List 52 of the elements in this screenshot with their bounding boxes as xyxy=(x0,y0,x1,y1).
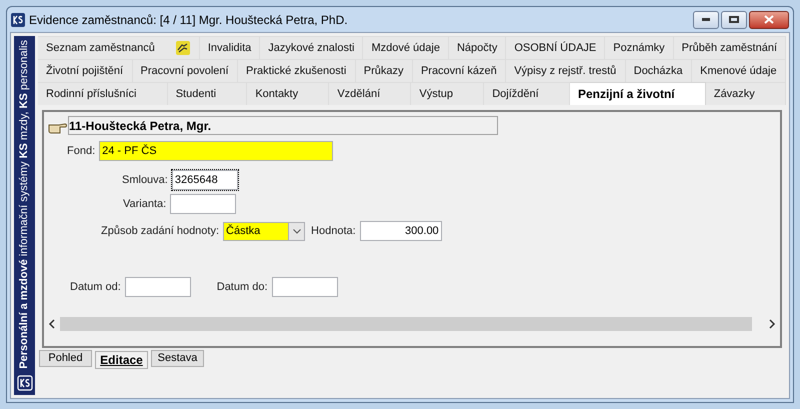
record-header: 11-Houštecká Petra, Mgr. xyxy=(68,116,498,136)
tab[interactable]: Seznam zaměstnanců xyxy=(38,36,200,60)
tab[interactable]: Studenti xyxy=(168,82,248,106)
close-icon xyxy=(764,15,774,24)
tab[interactable]: Praktické zkušenosti xyxy=(238,59,356,82)
tab[interactable]: OSOBNÍ ÚDAJE xyxy=(506,36,606,60)
field-label: Způsob zadání hodnoty: xyxy=(101,224,220,240)
view-tab[interactable]: Editace xyxy=(95,351,148,370)
tab[interactable]: Vzdělání xyxy=(329,82,412,106)
input-field[interactable]: 300.00 xyxy=(360,221,442,242)
tab[interactable]: Invalidita xyxy=(200,36,260,60)
field-label: Fond: xyxy=(67,144,96,160)
tab[interactable]: Životní pojištění xyxy=(38,59,132,82)
view-tab[interactable]: Sestava xyxy=(151,350,204,368)
tab[interactable]: Poznámky xyxy=(605,36,674,60)
chevron-down-icon xyxy=(292,228,301,234)
tab[interactable]: Průběh zaměstnání xyxy=(674,36,786,60)
tab[interactable]: Kontakty xyxy=(247,82,330,106)
input-field[interactable]: 3265648 xyxy=(172,170,238,190)
tab[interactable]: Jazykové znalosti xyxy=(260,36,364,60)
tab[interactable]: Nápočty xyxy=(448,36,506,60)
field-label: Datum od: xyxy=(70,280,121,296)
view-tab[interactable]: Pohled xyxy=(39,350,92,368)
field-label: Datum do: xyxy=(216,280,268,296)
tab[interactable]: Kmenové údaje xyxy=(692,59,786,82)
input-field[interactable] xyxy=(170,194,236,214)
tab[interactable]: Pracovní povolení xyxy=(132,59,238,82)
maximize-button[interactable] xyxy=(721,10,747,29)
input-field[interactable]: 24 - PF ČS xyxy=(99,141,334,162)
tab[interactable]: Dojíždění xyxy=(484,82,570,106)
close-button[interactable] xyxy=(749,10,789,29)
scrollbar-thumb[interactable] xyxy=(60,317,752,332)
tab[interactable]: Výpisy z rejstř. trestů xyxy=(506,59,626,82)
tab[interactable]: Závazky xyxy=(706,82,786,106)
tab[interactable]: Docházka xyxy=(626,59,692,82)
app-logo-icon xyxy=(11,12,25,27)
tab[interactable]: Mzdové údaje xyxy=(363,36,449,60)
tab[interactable]: Průkazy xyxy=(356,59,413,82)
tab[interactable]: Penzijní a životní xyxy=(570,82,706,106)
field-label: Varianta: xyxy=(123,197,166,212)
field-label: Hodnota: xyxy=(311,224,356,240)
dropdown[interactable]: Částka xyxy=(223,222,306,241)
window-title: Evidence zaměstnanců: [4 / 11] Mgr. Houštecká Petra, PhD. xyxy=(29,12,348,29)
input-field[interactable] xyxy=(124,277,191,298)
tab[interactable]: Pracovní kázeň xyxy=(412,59,506,82)
ks-logo-icon xyxy=(16,375,32,391)
input-field[interactable] xyxy=(272,277,338,298)
field-label: Smlouva: xyxy=(122,173,168,188)
tab[interactable]: Výstup xyxy=(411,82,484,106)
banner-text: Personální a mzdové informační systémy KS mzdy, KS personalis xyxy=(17,40,32,369)
tab[interactable]: Rodinní příslušníci xyxy=(38,82,168,106)
minimize-button[interactable] xyxy=(693,10,719,29)
